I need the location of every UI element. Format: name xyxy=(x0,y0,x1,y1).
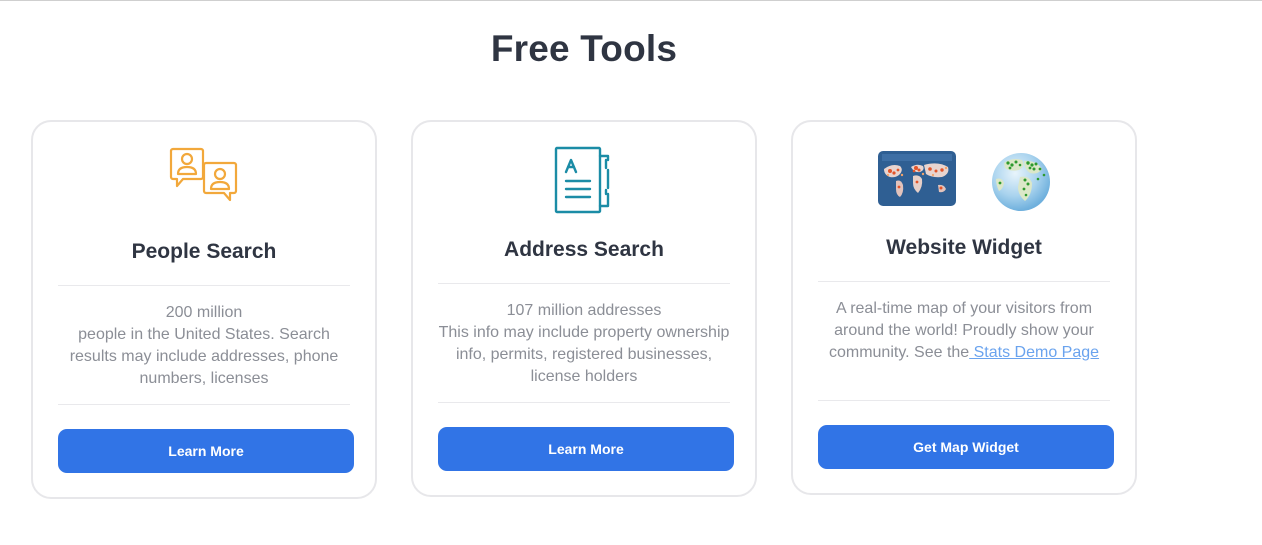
stats-demo-page-link[interactable]: Stats Demo Page xyxy=(969,344,1099,361)
card-description: A real-time map of your visitors from ar… xyxy=(813,298,1115,364)
desc-line: This info may include property ownership xyxy=(438,324,730,341)
desc-line: A real-time map of your visitors from xyxy=(835,300,1093,317)
divider xyxy=(438,283,730,284)
divider xyxy=(818,400,1110,401)
card-description: 107 million addresses This info may incl… xyxy=(433,300,735,388)
desc-line: people in the United States. Search xyxy=(78,326,330,343)
desc-line: numbers, licenses xyxy=(139,370,269,387)
divider xyxy=(438,402,730,403)
people-chat-icon xyxy=(169,147,238,202)
desc-line: around the world! Proudly show your xyxy=(834,322,1094,339)
desc-line: 200 million xyxy=(165,304,243,321)
desc-line: community. See the xyxy=(828,344,970,361)
desc-line: license holders xyxy=(530,368,638,385)
card-description: 200 million people in the United States.… xyxy=(53,302,355,390)
card-title: Website Widget xyxy=(886,236,1042,259)
divider xyxy=(58,285,350,286)
website-widget-card: Website Widget A real-time map of your v… xyxy=(791,120,1137,495)
globe-thumbnail-icon xyxy=(992,153,1050,211)
card-title: Address Search xyxy=(504,238,664,261)
card-title: People Search xyxy=(131,240,277,263)
divider xyxy=(58,404,350,405)
address-document-icon xyxy=(554,146,610,214)
section-title: Free Tools xyxy=(490,28,678,69)
divider xyxy=(818,281,1110,282)
learn-more-button[interactable]: Learn More xyxy=(58,429,354,473)
desc-line: info, permits, registered businesses, xyxy=(455,346,713,363)
get-map-widget-button[interactable]: Get Map Widget xyxy=(818,425,1114,469)
top-divider xyxy=(0,0,1262,1)
learn-more-button[interactable]: Learn More xyxy=(438,427,734,471)
world-map-thumbnail-icon xyxy=(878,151,956,206)
people-search-card: People Search 200 million people in the … xyxy=(31,120,377,499)
address-search-card: Address Search 107 million addresses Thi… xyxy=(411,120,757,497)
desc-line-with-link: community. See the Stats Demo Page xyxy=(813,342,1115,364)
desc-line: results may include addresses, phone xyxy=(69,348,339,365)
desc-line: 107 million addresses xyxy=(506,302,662,319)
